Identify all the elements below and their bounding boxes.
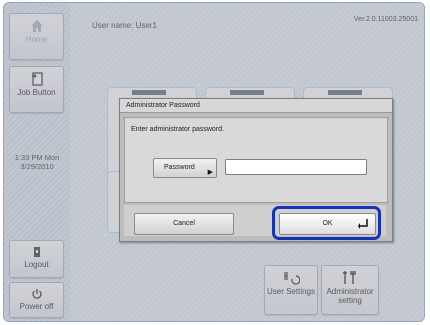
cancel-button[interactable]: Cancel <box>134 213 234 235</box>
administrator-password-dialog: Administrator Password Enter administrat… <box>119 98 393 242</box>
screen: Home Job Button 1:33 PM Mon 3/29/2010 Lo… <box>3 2 425 322</box>
ok-label: OK <box>322 220 333 227</box>
password-field[interactable] <box>225 159 367 175</box>
dialog-title: Administrator Password <box>120 99 392 113</box>
dialog-body: Enter administrator password. Password ▶ <box>124 117 388 203</box>
dialog-footer: Cancel OK <box>124 205 386 240</box>
dialog-message: Enter administrator password. <box>131 126 224 133</box>
password-button[interactable]: Password ▶ <box>153 158 217 178</box>
enter-icon <box>358 219 368 229</box>
arrow-right-icon: ▶ <box>207 169 213 176</box>
ok-focus-ring: OK <box>272 206 381 240</box>
ok-button[interactable]: OK <box>279 213 376 235</box>
password-button-label: Password <box>164 164 195 171</box>
